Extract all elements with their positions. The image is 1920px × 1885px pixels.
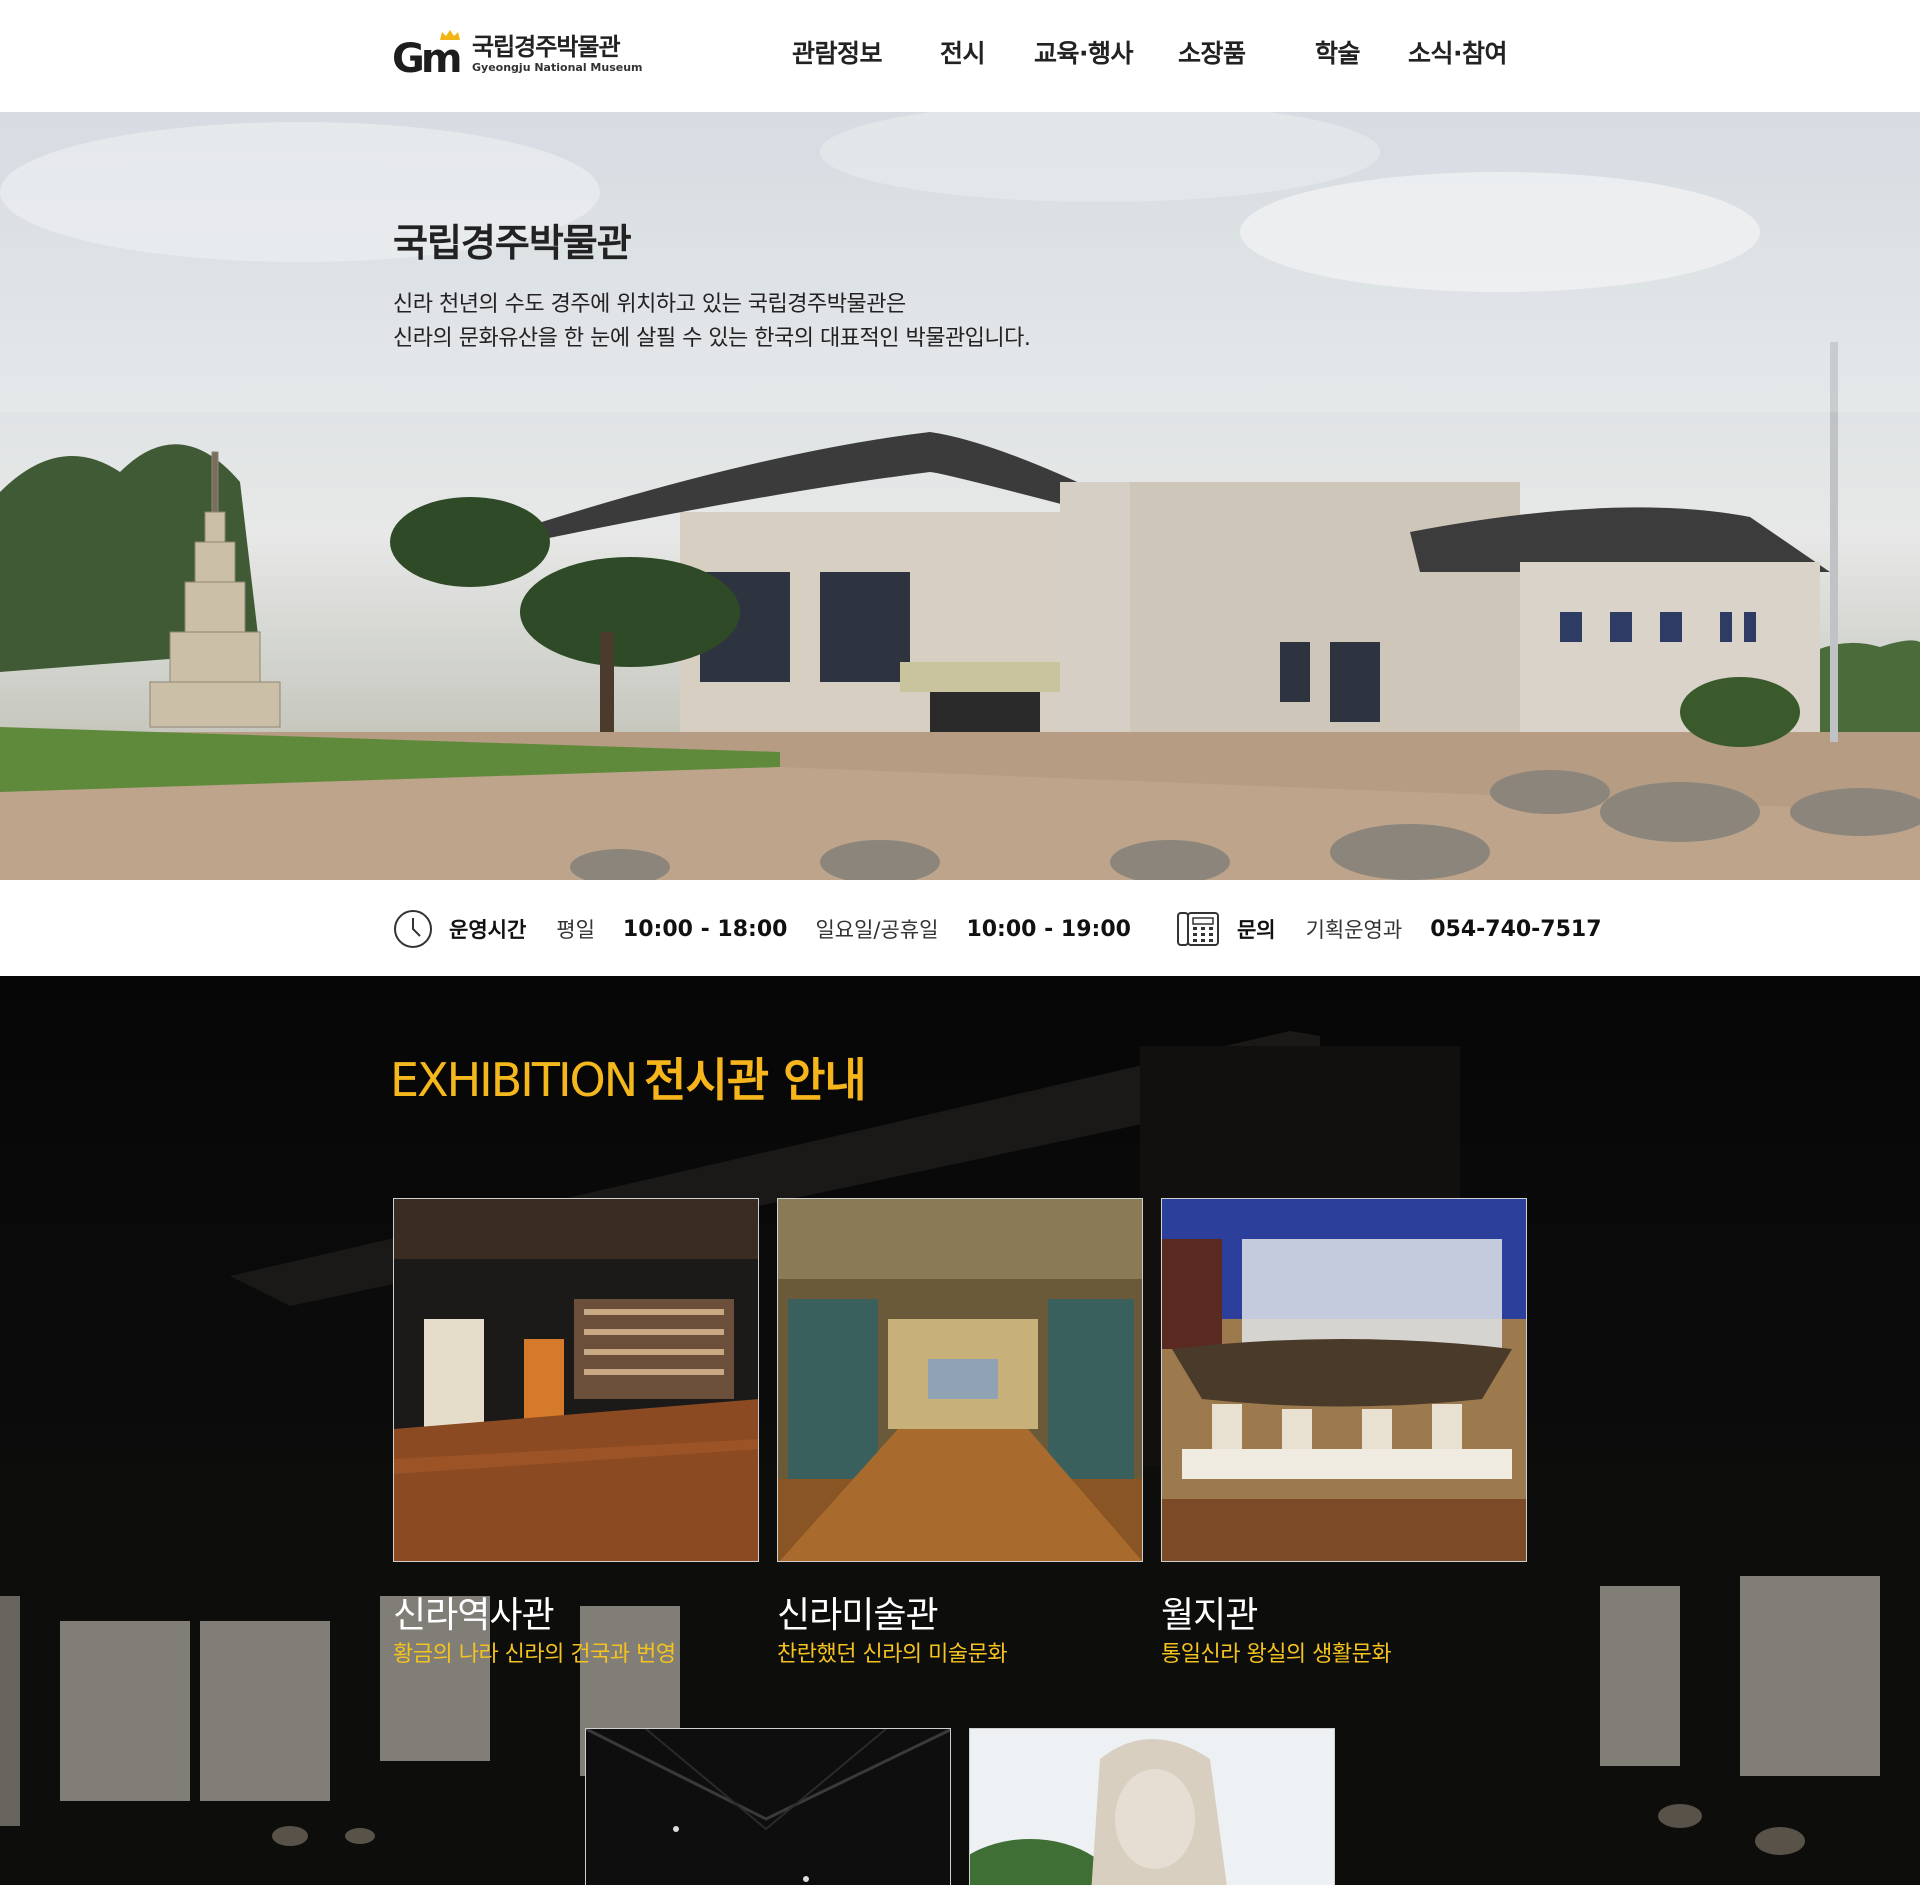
clock-icon — [394, 910, 432, 948]
hall-desc-3: 통일신라 왕실의 생활문화 — [1161, 1642, 1392, 1667]
hero-desc-line2: 신라의 문화유산을 한 눈에 살필 수 있는 한국의 대표적인 박물관입니다. — [393, 326, 1031, 351]
contact-phone[interactable]: 054-740-7517 — [1430, 917, 1601, 942]
exhibition-section: EXHIBITION 전시관 안내 신라역사관 황금의 나라 신라의 건국과 번영 — [0, 976, 1920, 1885]
silla-history-hall-image — [394, 1199, 758, 1561]
hall-desc-1: 황금의 나라 신라의 건국과 번영 — [393, 1642, 676, 1667]
nav-item-visit-info[interactable]: 관람정보 — [792, 34, 883, 70]
hall-card-wolji[interactable] — [1161, 1198, 1527, 1562]
nav-item-news-participation[interactable]: 소식·참여 — [1408, 34, 1508, 70]
hall-4-image — [586, 1729, 950, 1885]
hall-name-2[interactable]: 신라미술관 — [777, 1586, 939, 1638]
hero-desc-line1: 신라 천년의 수도 경주에 위치하고 있는 국립경주박물관은 — [393, 292, 906, 317]
hall-card-4[interactable] — [585, 1728, 951, 1885]
holiday-hours: 10:00 - 19:00 — [966, 916, 1131, 942]
silla-art-hall-image — [778, 1199, 1142, 1561]
logo-mark-text: Gm — [392, 36, 462, 82]
holiday-label: 일요일/공휴일 — [815, 918, 939, 942]
wolji-hall-image — [1162, 1199, 1526, 1561]
site-header: Gm 국립경주박물관 Gyeongju National Museum 관람정보… — [0, 0, 1920, 112]
hall-card-silla-art[interactable] — [777, 1198, 1143, 1562]
contact-label: 문의 — [1236, 918, 1276, 942]
logo-mark: Gm — [392, 30, 470, 82]
hall-desc-2: 찬란했던 신라의 미술문화 — [777, 1642, 1008, 1667]
nav-item-exhibition[interactable]: 전시 — [940, 34, 986, 70]
hero-description: 신라 천년의 수도 경주에 위치하고 있는 국립경주박물관은 신라의 문화유산을… — [393, 288, 1031, 356]
exhibition-title-ko: 전시관 안내 — [644, 1053, 867, 1107]
hours-label: 운영시간 — [449, 918, 527, 942]
info-bar: 운영시간 평일 10:00 - 18:00 일요일/공휴일 10:00 - 19… — [0, 880, 1920, 976]
contact-dept: 기획운영과 — [1305, 918, 1403, 942]
exhibition-title-en: EXHIBITION — [390, 1053, 638, 1107]
phone-icon — [1176, 912, 1219, 946]
hall-name-1[interactable]: 신라역사관 — [393, 1586, 555, 1638]
hall-card-5[interactable] — [969, 1728, 1335, 1885]
hero-banner: 국립경주박물관 신라 천년의 수도 경주에 위치하고 있는 국립경주박물관은 신… — [0, 112, 1920, 880]
exhibition-title: EXHIBITION 전시관 안내 — [390, 1044, 867, 1110]
hall-name-3[interactable]: 월지관 — [1161, 1586, 1258, 1638]
hall-5-image — [970, 1729, 1334, 1885]
logo-name: 국립경주박물관 — [472, 33, 621, 61]
museum-building-image — [0, 112, 1920, 880]
nav-item-research[interactable]: 학술 — [1315, 34, 1361, 70]
site-logo[interactable]: Gm 국립경주박물관 Gyeongju National Museum — [392, 26, 643, 82]
nav-item-education-events[interactable]: 교육·행사 — [1034, 34, 1134, 70]
weekday-hours: 10:00 - 18:00 — [622, 916, 788, 942]
logo-name-en: Gyeongju National Museum — [472, 61, 643, 74]
hero-title: 국립경주박물관 — [393, 221, 632, 265]
nav-item-collection[interactable]: 소장품 — [1178, 34, 1246, 70]
weekday-label: 평일 — [556, 918, 595, 942]
hall-card-silla-history[interactable] — [393, 1198, 759, 1562]
